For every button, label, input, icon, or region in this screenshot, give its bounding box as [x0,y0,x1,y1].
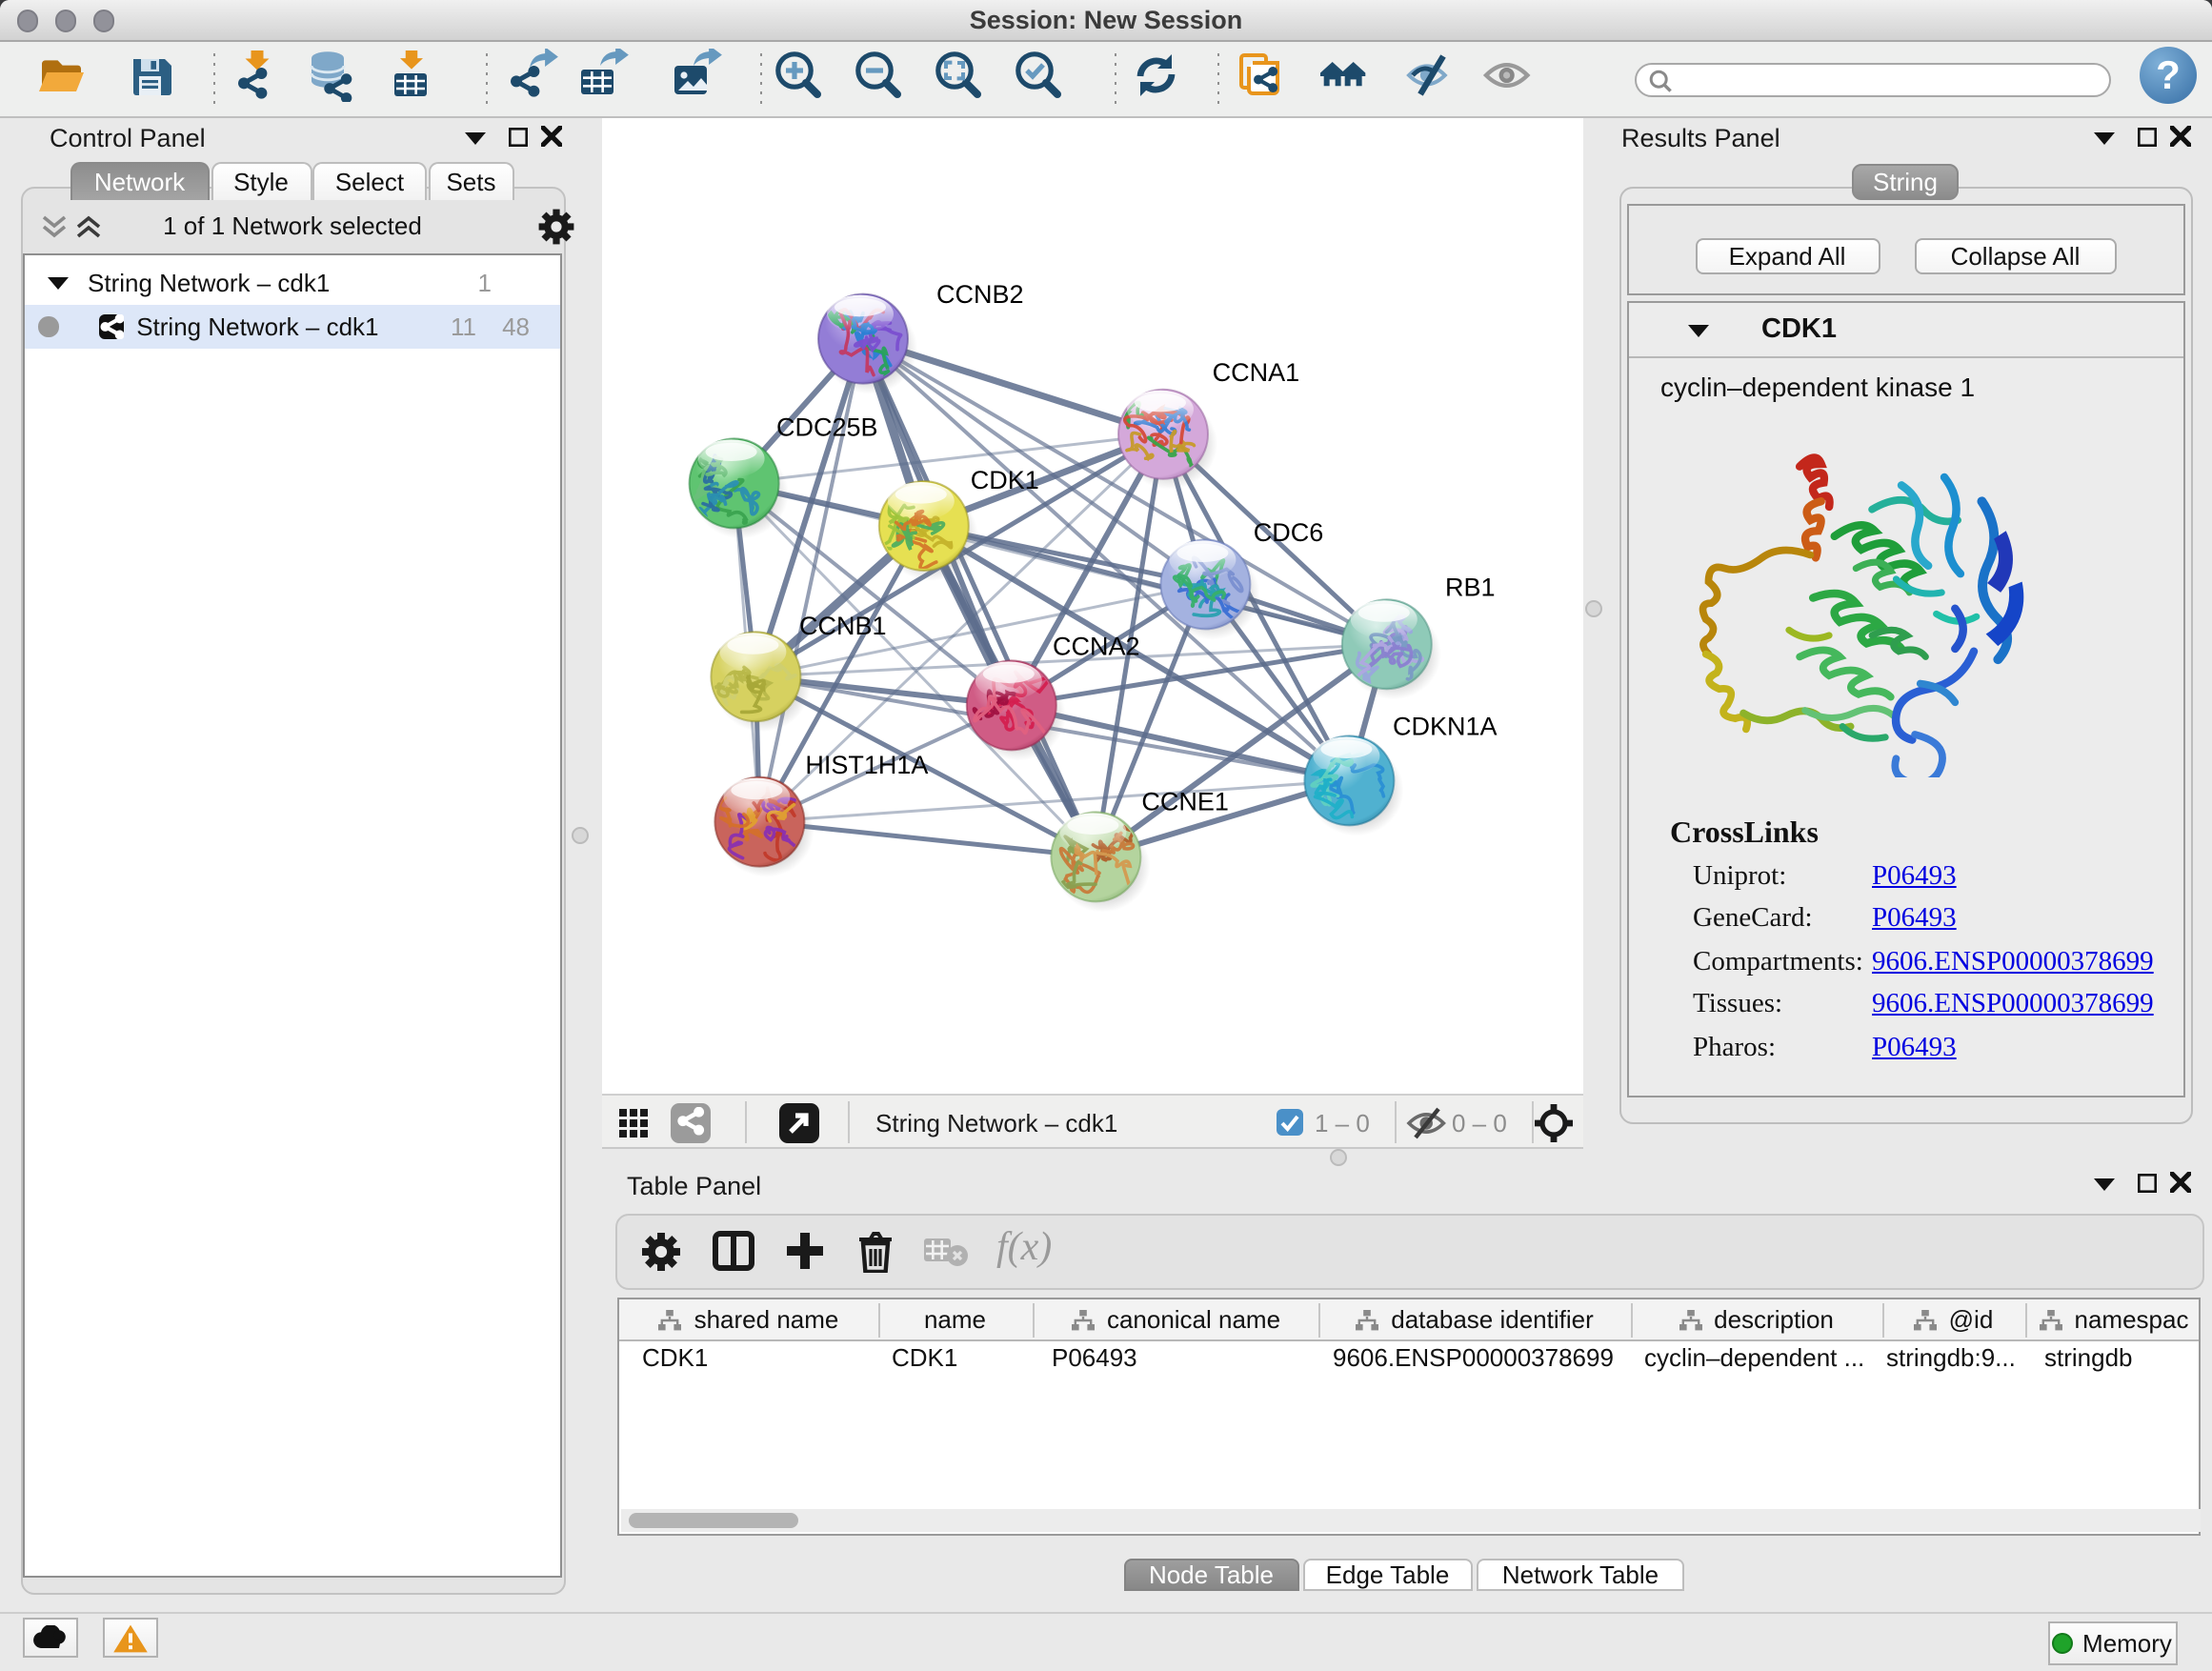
svg-text:CDC6: CDC6 [1253,517,1323,546]
svg-text:CDC25B: CDC25B [775,413,877,441]
svg-text:CCNA1: CCNA1 [1212,357,1299,386]
svg-text:CCNB2: CCNB2 [935,279,1023,308]
svg-text:?: ? [2155,53,2180,98]
svg-text:CCNA2: CCNA2 [1052,632,1139,660]
svg-text:HIST1H1A: HIST1H1A [804,750,927,778]
svg-text:CCNE1: CCNE1 [1140,787,1228,815]
svg-text:CCNB1: CCNB1 [798,611,886,639]
svg-text:RB1: RB1 [1444,572,1495,600]
svg-text:CDK1: CDK1 [970,465,1038,493]
svg-text:CDKN1A: CDKN1A [1392,712,1497,740]
